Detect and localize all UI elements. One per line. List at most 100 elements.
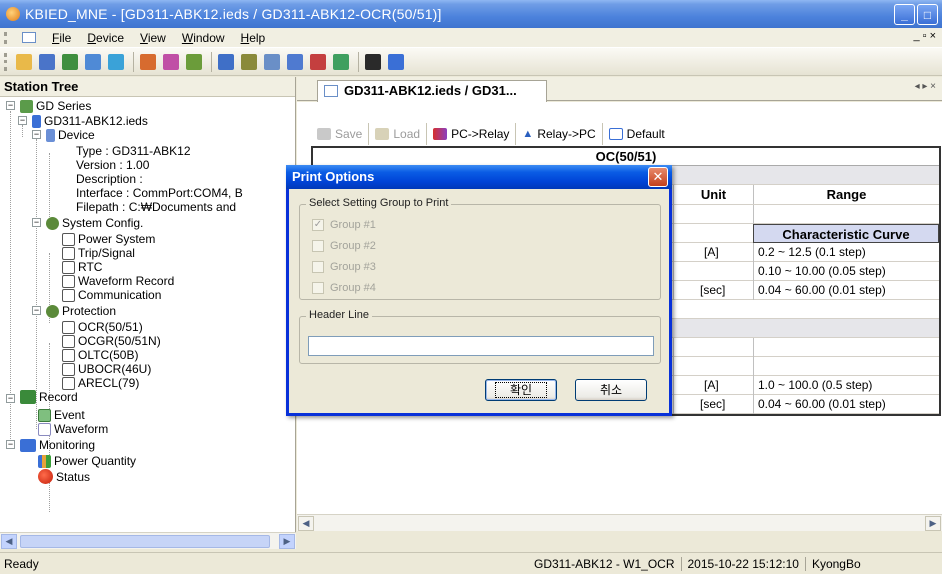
scroll-left-arrow[interactable]: ◀ <box>298 516 314 531</box>
expand-protection[interactable]: − <box>32 306 41 315</box>
scroll-left-arrow[interactable]: ◀ <box>1 534 17 549</box>
tree-item-type[interactable]: Type : GD311-ABK12 <box>76 144 191 158</box>
tree-item-status[interactable]: Status <box>38 469 90 484</box>
tree-item-trip-signal[interactable]: Trip/Signal <box>62 246 135 260</box>
open-folder-button[interactable] <box>14 52 34 72</box>
tree-item-rtc[interactable]: RTC <box>62 260 102 274</box>
tree-item-ocgr[interactable]: OCGR(50/51N) <box>62 334 161 348</box>
tree-item-protection[interactable]: Protection <box>46 304 116 318</box>
close-button[interactable] <box>363 52 383 72</box>
expand-record[interactable]: − <box>6 394 15 403</box>
tree-item-description[interactable]: Description : <box>76 172 143 186</box>
tree-item-version[interactable]: Version : 1.00 <box>76 158 149 172</box>
transfer-button[interactable] <box>331 52 351 72</box>
header-line-legend: Header Line <box>306 309 372 321</box>
menu-file-label: ile <box>59 30 72 45</box>
group-2-checkbox[interactable]: Group #2 <box>312 240 376 252</box>
tree-item-interface[interactable]: Interface : CommPort:COM4, B <box>76 186 243 200</box>
tree-button[interactable] <box>106 52 126 72</box>
wave-button[interactable] <box>285 52 305 72</box>
window-button[interactable] <box>216 52 236 72</box>
tree-label: Power System <box>78 232 156 246</box>
tree-item-monitoring[interactable]: Monitoring <box>20 438 95 452</box>
mdi-window-icon[interactable] <box>22 32 36 43</box>
tree-item-filepath[interactable]: Filepath : C:₩Documents and <box>76 200 236 214</box>
tree-item-ocr[interactable]: OCR(50/51) <box>62 320 143 334</box>
scroll-thumb[interactable] <box>20 535 270 548</box>
menu-bar: File Device View Window Help _ ▫ × <box>0 28 942 48</box>
tree-item-communication[interactable]: Communication <box>62 288 161 302</box>
minimize-button[interactable]: _ <box>894 4 915 25</box>
default-button[interactable]: Default <box>603 123 671 145</box>
tree-item-file[interactable]: GD311-ABK12.ieds <box>32 114 148 128</box>
save-button[interactable] <box>37 52 57 72</box>
monitor-icon <box>20 438 36 452</box>
expand-monitoring[interactable]: − <box>6 440 15 449</box>
document-tab[interactable]: GD311-ABK12.ieds / GD31... <box>317 80 547 102</box>
dialog-close-button[interactable]: ✕ <box>648 167 668 187</box>
scroll-right-arrow[interactable]: ▶ <box>925 516 941 531</box>
menu-device[interactable]: Device <box>79 31 132 45</box>
tree-item-waveform[interactable]: Waveform <box>38 422 108 436</box>
menu-window-label: indow <box>193 30 225 45</box>
pc-to-relay-button[interactable]: PC->Relay <box>427 123 517 145</box>
tree-item-system-config[interactable]: System Config. <box>46 216 143 230</box>
list-button[interactable] <box>239 52 259 72</box>
tree-item-record[interactable]: Record <box>20 390 78 404</box>
header-line-fieldset: Header Line <box>299 309 661 364</box>
menu-window[interactable]: Window <box>174 31 233 45</box>
tree-item-power-system[interactable]: Power System <box>62 232 155 246</box>
tab-navigation[interactable]: ◂ ▸ × <box>915 81 936 92</box>
connect-button[interactable] <box>60 52 80 72</box>
tree-label: OLTC(50B) <box>78 348 139 362</box>
tree-item-oltc[interactable]: OLTC(50B) <box>62 348 138 362</box>
tree-item-device[interactable]: Device <box>46 128 95 142</box>
tree-item-arecl[interactable]: ARECL(79) <box>62 376 139 390</box>
tree-item-ubocr[interactable]: UBOCR(46U) <box>62 362 151 376</box>
waveform-icon <box>38 422 51 436</box>
maximize-button[interactable]: □ <box>917 4 938 25</box>
menu-help[interactable]: Help <box>233 31 274 45</box>
unit-cell: [sec] <box>673 395 753 414</box>
save-button[interactable]: Save <box>311 123 370 145</box>
header-line-input[interactable] <box>308 336 654 356</box>
network-button[interactable] <box>83 52 103 72</box>
bar-chart-icon <box>38 454 51 468</box>
tree-item-waveform-record[interactable]: Waveform Record <box>62 274 174 288</box>
tree-item-gd-series[interactable]: GD Series <box>20 99 91 113</box>
checkbox-box <box>312 240 324 252</box>
cancel-button[interactable]: 취소 <box>575 379 647 401</box>
expand-gd-series[interactable]: − <box>6 101 15 110</box>
waveform-button[interactable] <box>308 52 328 72</box>
range-cell: 1.0 ~ 100.0 (0.5 step) <box>753 376 939 395</box>
connect-icon <box>62 53 78 70</box>
download-button[interactable] <box>184 52 204 72</box>
tree-label: Protection <box>62 304 117 318</box>
menu-view[interactable]: View <box>132 31 174 45</box>
ok-button[interactable]: 확인 <box>485 379 557 401</box>
document-horizontal-scrollbar[interactable]: ◀ ▶ <box>297 514 942 531</box>
expand-file[interactable]: − <box>18 116 27 125</box>
scroll-right-arrow[interactable]: ▶ <box>279 534 295 549</box>
dialog-title-bar[interactable]: Print Options ✕ <box>286 165 672 189</box>
group-1-checkbox[interactable]: ✓ Group #1 <box>312 219 376 231</box>
relay-to-pc-label: Relay->PC <box>537 127 596 141</box>
mdi-controls[interactable]: _ ▫ × <box>913 30 936 42</box>
menu-device-label: evice <box>96 30 125 45</box>
group-3-checkbox[interactable]: Group #3 <box>312 261 376 273</box>
tree-item-event[interactable]: Event <box>38 408 85 422</box>
tree-item-power-quantity[interactable]: Power Quantity <box>38 454 136 468</box>
expand-device[interactable]: − <box>32 130 41 139</box>
help-button[interactable] <box>386 52 406 72</box>
tree-horizontal-scrollbar[interactable]: ◀ ▶ <box>0 532 296 549</box>
menu-file[interactable]: File <box>44 31 79 45</box>
paint-button[interactable] <box>161 52 181 72</box>
tile-button[interactable] <box>262 52 282 72</box>
load-button[interactable]: Load <box>369 123 428 145</box>
relay-to-pc-button[interactable]: ▲ Relay->PC <box>516 123 603 145</box>
settings-button[interactable] <box>138 52 158 72</box>
settings-icon <box>140 53 156 70</box>
expand-system-config[interactable]: − <box>32 218 41 227</box>
folder-icon <box>375 128 390 140</box>
group-4-checkbox[interactable]: Group #4 <box>312 282 376 294</box>
